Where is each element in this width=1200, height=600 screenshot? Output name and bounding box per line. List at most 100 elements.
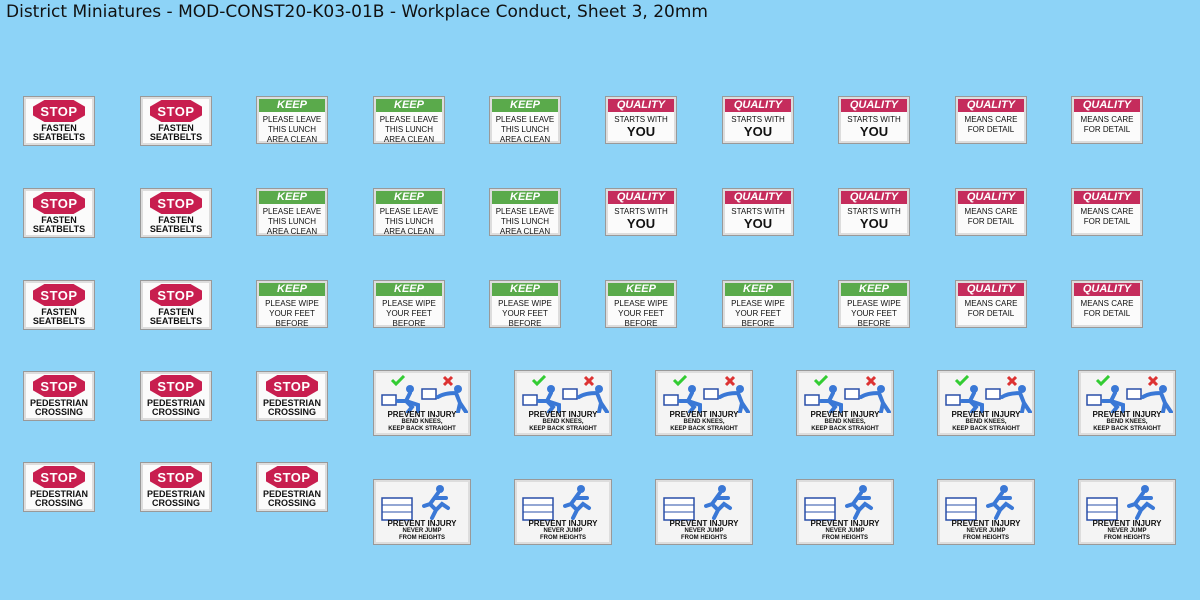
stop-sign-text-line: SEATBELTS: [149, 316, 203, 326]
sign-body-line: PLEASE WIPE: [614, 299, 668, 308]
sign-body-line: YOU: [743, 124, 773, 139]
sign-body-line: AREA CLEAN: [266, 135, 318, 144]
sign-body-text: MEANS CARE FOR DETAIL: [956, 115, 1026, 135]
sign-caption-title: PREVENT INJURY: [528, 519, 598, 528]
sign-quality-starts-with-you: QUALITY STARTS WITH YOU: [722, 188, 794, 236]
sign-keep-clean-wipe-feet: KEEP CLEANPLEASE WIPEYOUR FEET BEFOREENT…: [373, 280, 445, 328]
sign-body-line: FOR DETAIL: [1083, 125, 1131, 134]
sign-body-line: FOR DETAIL: [967, 309, 1015, 318]
stop-sign-text-line: CROSSING: [151, 498, 200, 508]
sign-caption-line: KEEP BACK STRAIGHT: [670, 426, 738, 432]
sign-body-line: MEANS CARE: [1080, 207, 1134, 216]
sign-caption-title: PREVENT INJURY: [669, 519, 739, 528]
sign-body-line: YOUR FEET BEFORE: [386, 309, 432, 328]
sign-body-text: PLEASE WIPEYOUR FEET BEFOREENTERING: [257, 299, 327, 327]
lifting-figure-icon: [945, 375, 1032, 413]
sign-body-line: AREA CLEAN: [383, 135, 435, 144]
sign-quality-means-care: QUALITY MEANS CARE FOR DETAIL: [1071, 188, 1143, 236]
sign-body-line: THIS LUNCH: [500, 125, 549, 134]
sign-body-line: AREA CLEAN: [266, 227, 318, 236]
sign-caption-line: FROM HEIGHTS: [681, 535, 727, 541]
cross-icon: [724, 375, 736, 387]
sign-body-line: PLEASE WIPE: [382, 299, 436, 308]
sign-body-line: YOU: [859, 124, 889, 139]
stop-sign-text: PEDESTRIAN CROSSING: [141, 399, 211, 417]
sign-quality-means-care: QUALITY MEANS CARE FOR DETAIL: [1071, 280, 1143, 328]
sign-body-line: PLEASE WIPE: [265, 299, 319, 308]
sign-body-text: STARTS WITH YOU: [723, 115, 793, 139]
sign-caption-line: BEND KNEES,: [965, 419, 1007, 425]
sign-caption: PREVENT INJURY NEVER JUMP FROM HEIGHTS: [797, 520, 893, 542]
sign-header: KEEP CLEAN: [492, 191, 558, 216]
stop-octagon: STOP: [33, 192, 85, 214]
sign-caption-line: FROM HEIGHTS: [1104, 535, 1150, 541]
sign-body-line: MEANS CARE: [964, 207, 1018, 216]
sign-body-text: STARTS WITH YOU: [723, 207, 793, 231]
sign-quality-starts-with-you: QUALITY STARTS WITH YOU: [605, 96, 677, 144]
cross-icon: [1147, 375, 1159, 387]
check-icon: [531, 375, 547, 387]
sign-quality-starts-with-you: QUALITY STARTS WITH YOU: [722, 96, 794, 144]
sign-body-text: MEANS CARE FOR DETAIL: [1072, 115, 1142, 135]
jumping-figure-icon: [1086, 485, 1155, 521]
stop-sign-text-line: CROSSING: [34, 498, 83, 508]
sign-stop-fasten-seatbelts: STOP FASTEN SEATBELTS: [140, 188, 212, 238]
stop-sign-text-line: CROSSING: [267, 498, 316, 508]
sign-header: KEEP CLEAN: [608, 283, 674, 308]
stop-octagon: STOP: [33, 375, 85, 397]
sign-body-text: MEANS CARE FOR DETAIL: [956, 299, 1026, 319]
check-icon: [672, 375, 688, 387]
sign-body-text: STARTS WITH YOU: [839, 207, 909, 231]
sign-caption-title: PREVENT INJURY: [951, 410, 1021, 419]
sign-body-line: YOUR FEET BEFORE: [618, 309, 664, 328]
stop-sign-text-line: SEATBELTS: [149, 224, 203, 234]
sign-body-line: YOU: [743, 216, 773, 231]
stop-sign-text-line: SEATBELTS: [32, 316, 86, 326]
stop-sign-text: PEDESTRIAN CROSSING: [257, 399, 327, 417]
sign-prevent-injury-lift: PREVENT INJURY BEND KNEES, KEEP BACK STRAI…: [514, 370, 612, 436]
sign-prevent-injury-lift: PREVENT INJURY BEND KNEES, KEEP BACK STRAI…: [796, 370, 894, 436]
stop-octagon: STOP: [150, 466, 202, 488]
sign-caption-line: FROM HEIGHTS: [963, 535, 1009, 541]
sign-body-line: PLEASE WIPE: [847, 299, 901, 308]
sign-keep-clean-wipe-feet: KEEP CLEANPLEASE WIPEYOUR FEET BEFOREENT…: [256, 280, 328, 328]
sign-prevent-injury-jump: PREVENT INJURY NEVER JUMP FROM HEIGHTS: [1078, 479, 1176, 545]
sign-caption-line: NEVER JUMP: [1107, 528, 1147, 534]
sign-keep-clean-lunch: KEEP CLEAN PLEASE LEAVE THIS LUNCH AREA CLE…: [489, 96, 561, 144]
sign-caption-line: BEND KNEES,: [683, 419, 725, 425]
sign-caption-line: FROM HEIGHTS: [540, 535, 586, 541]
sign-body-text: PLEASE LEAVE THIS LUNCH AREA CLEAN: [374, 115, 444, 144]
sign-caption: PREVENT INJURY NEVER JUMP FROM HEIGHTS: [656, 520, 752, 542]
stop-sign-text-line: SEATBELTS: [149, 132, 203, 142]
sign-stop-fasten-seatbelts: STOP FASTEN SEATBELTS: [23, 188, 95, 238]
sign-keep-clean-wipe-feet: KEEP CLEANPLEASE WIPEYOUR FEET BEFOREENT…: [489, 280, 561, 328]
sign-body-line: PLEASE WIPE: [731, 299, 785, 308]
sign-caption-line: FROM HEIGHTS: [399, 535, 445, 541]
sign-keep-clean-lunch: KEEP CLEAN PLEASE LEAVE THIS LUNCH AREA CLE…: [489, 188, 561, 236]
sign-stop-pedestrian-crossing: STOP PEDESTRIAN CROSSING: [23, 462, 95, 512]
sign-body-line: PLEASE LEAVE: [495, 207, 555, 216]
sign-header: KEEP CLEAN: [259, 99, 325, 124]
sign-caption: PREVENT INJURY BEND KNEES, KEEP BACK STRAI…: [515, 411, 611, 433]
sign-body-line: PLEASE LEAVE: [379, 115, 439, 124]
sign-body-line: AREA CLEAN: [499, 227, 551, 236]
stop-sign-text: FASTEN SEATBELTS: [24, 124, 94, 142]
cross-icon: [442, 375, 454, 387]
sign-body-line: PLEASE WIPE: [498, 299, 552, 308]
sign-body-text: STARTS WITH YOU: [606, 115, 676, 139]
sign-prevent-injury-lift: PREVENT INJURY BEND KNEES, KEEP BACK STRAI…: [1078, 370, 1176, 436]
sign-caption: PREVENT INJURY BEND KNEES, KEEP BACK STRAI…: [938, 411, 1034, 433]
sign-body-line: YOUR FEET BEFORE: [502, 309, 548, 328]
stop-sign-text-line: SEATBELTS: [32, 224, 86, 234]
sign-stop-fasten-seatbelts: STOP FASTEN SEATBELTS: [140, 280, 212, 330]
sign-header: KEEP CLEAN: [376, 283, 442, 308]
sign-body-line: PLEASE LEAVE: [262, 115, 322, 124]
sign-prevent-injury-jump: PREVENT INJURY NEVER JUMP FROM HEIGHTS: [514, 479, 612, 545]
sign-caption-line: NEVER JUMP: [825, 528, 865, 534]
sign-body-line: YOU: [626, 216, 656, 231]
sign-body-line: AREA CLEAN: [383, 227, 435, 236]
sign-body-line: YOU: [859, 216, 889, 231]
sign-keep-clean-lunch: KEEP CLEAN PLEASE LEAVE THIS LUNCH AREA CLE…: [256, 188, 328, 236]
sign-caption: PREVENT INJURY BEND KNEES, KEEP BACK STRAI…: [374, 411, 470, 433]
sign-caption: PREVENT INJURY NEVER JUMP FROM HEIGHTS: [938, 520, 1034, 542]
